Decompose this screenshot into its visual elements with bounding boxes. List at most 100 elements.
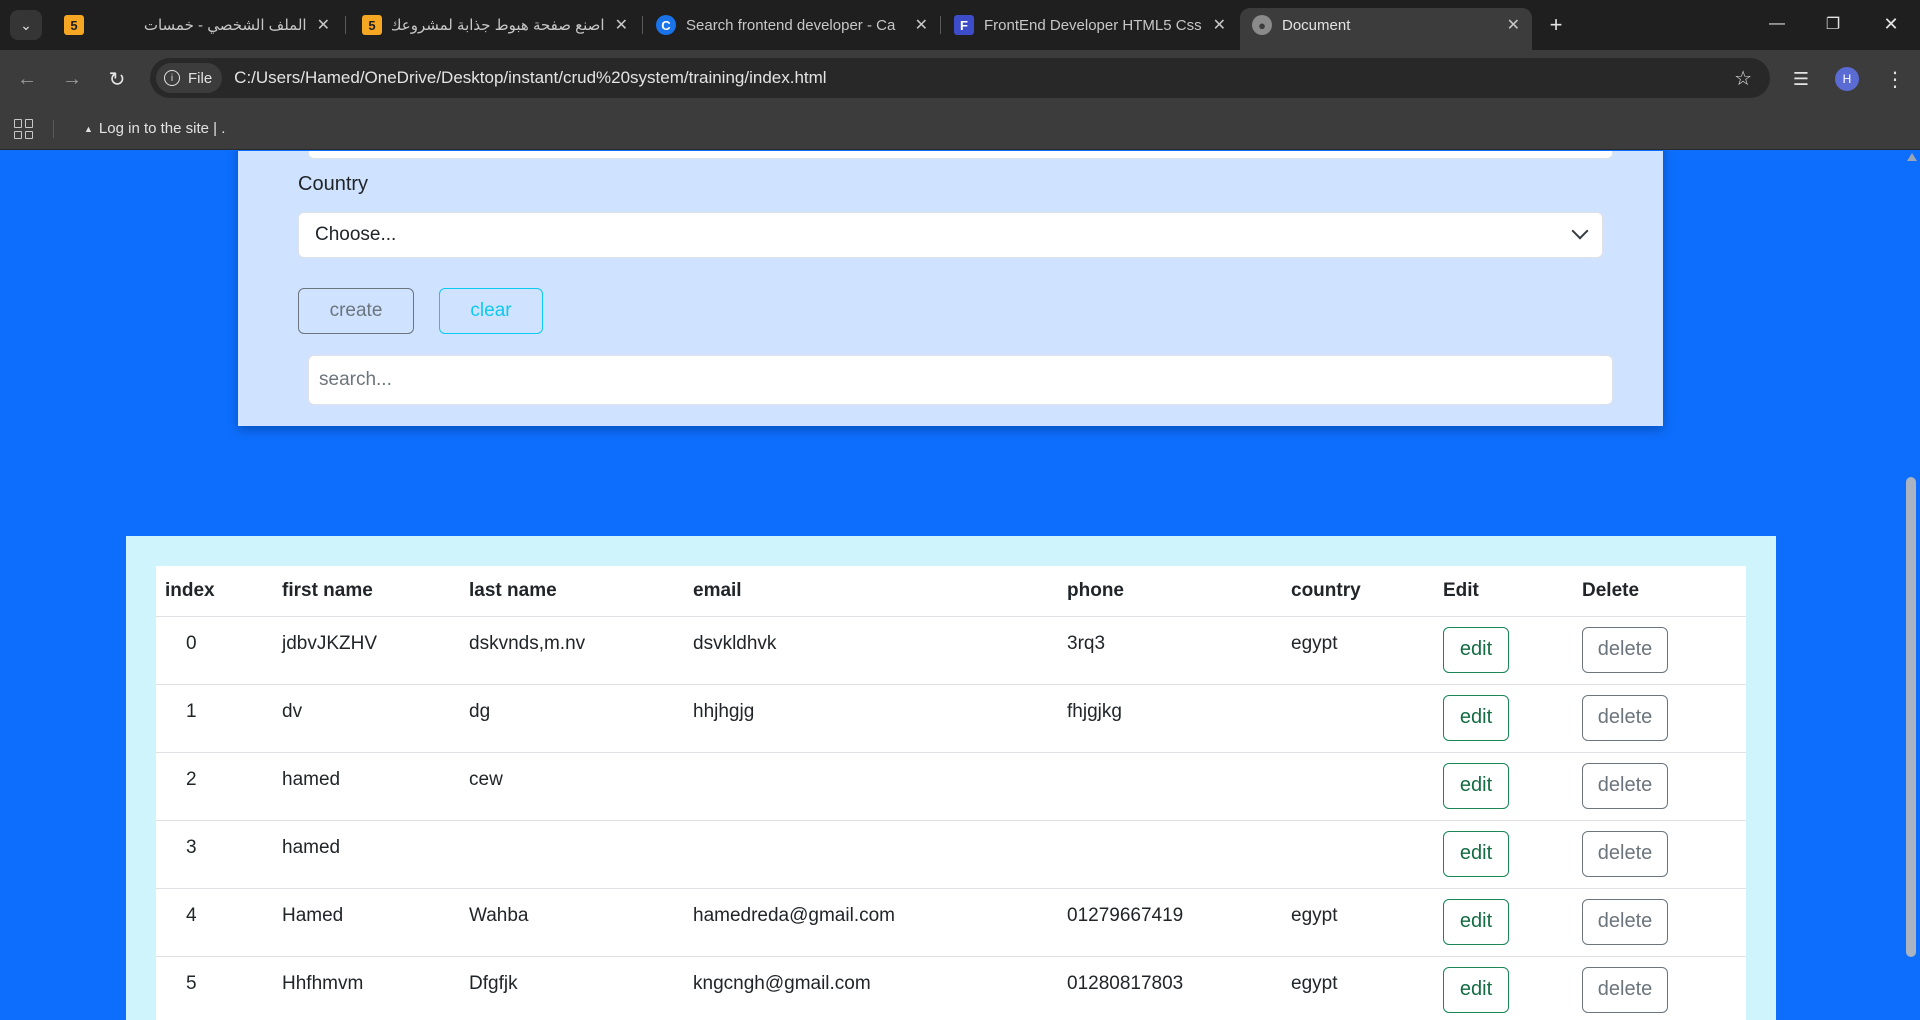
edit-button[interactable]: edit (1443, 830, 1509, 877)
cell-country: egypt (1282, 888, 1434, 957)
khamsat-favicon-icon: 5 (64, 15, 84, 35)
edit-button[interactable]: edit (1443, 966, 1509, 1013)
bookmark-label: Log in to the site | . (98, 120, 226, 137)
edit-button[interactable]: edit (1443, 898, 1509, 945)
cell-first-name: hamed (273, 752, 460, 821)
header-phone: phone (1058, 566, 1282, 617)
tab-title: Search frontend developer - Ca (686, 16, 896, 34)
delete-button[interactable]: delete (1582, 966, 1668, 1013)
scroll-thumb[interactable] (1906, 477, 1916, 957)
address-bar[interactable]: i File C:/Users/Hamed/OneDrive/Desktop/i… (150, 58, 1770, 98)
clear-button[interactable]: clear (439, 288, 543, 334)
cell-phone: 3rq3 (1058, 616, 1282, 685)
apps-grid-icon[interactable] (14, 119, 34, 139)
page-scrollbar[interactable] (1903, 151, 1920, 1020)
bookmarks-bar: ▲ Log in to the site | . (0, 108, 1920, 150)
cell-index: 5 (156, 956, 273, 1020)
close-tab-icon[interactable]: ✕ (615, 15, 628, 35)
cell-delete: delete (1573, 820, 1746, 889)
table-header-row: index first name last name email phone c… (156, 566, 1746, 617)
forward-arrow-icon[interactable]: → (57, 64, 87, 94)
tab-document[interactable]: ● Document ✕ (1240, 8, 1532, 50)
cell-edit: edit (1434, 888, 1573, 957)
media-controls-icon[interactable]: ☰ (1786, 64, 1816, 94)
cell-phone: 01279667419 (1058, 888, 1282, 957)
close-tab-icon[interactable]: ✕ (317, 15, 330, 35)
delete-button[interactable]: delete (1582, 898, 1668, 945)
cell-last-name (460, 820, 684, 889)
cell-phone (1058, 752, 1282, 821)
table-row: 1 dv dg hhjhgjg fhjgjkg edit delete (156, 684, 1746, 753)
url-text[interactable]: C:/Users/Hamed/OneDrive/Desktop/instant/… (234, 68, 826, 88)
edit-button[interactable]: edit (1443, 626, 1509, 673)
chevron-down-icon (1571, 222, 1589, 240)
form-input-partial[interactable] (308, 151, 1613, 159)
delete-button[interactable]: delete (1582, 762, 1668, 809)
cell-index: 0 (156, 616, 273, 685)
cell-phone: 01280817803 (1058, 956, 1282, 1020)
scroll-up-arrow-icon[interactable] (1907, 153, 1917, 161)
close-tab-icon[interactable]: ✕ (1213, 15, 1226, 35)
minimize-icon[interactable]: — (1752, 8, 1802, 40)
cell-index: 3 (156, 820, 273, 889)
tab-strip: ⌄ 5 الملف الشخصي - خمسات ✕ 5 اصنع صفحة ه… (0, 0, 1920, 50)
cell-edit: edit (1434, 616, 1573, 685)
new-tab-button[interactable]: + (1541, 10, 1571, 40)
cell-last-name: dg (460, 684, 684, 753)
tab-khamsat-profile[interactable]: 5 الملف الشخصي - خمسات ✕ (52, 8, 342, 42)
search-input[interactable]: search... (308, 355, 1613, 405)
cell-last-name: Dfgfjk (460, 956, 684, 1020)
bookmark-star-icon[interactable]: ☆ (1734, 66, 1752, 91)
tab-divider (642, 16, 643, 34)
header-edit: Edit (1434, 566, 1573, 617)
avatar[interactable]: H (1835, 67, 1859, 91)
header-last-name: last name (460, 566, 684, 617)
header-index: index (156, 566, 273, 617)
more-menu-icon[interactable]: ⋮ (1880, 64, 1910, 94)
delete-button[interactable]: delete (1582, 626, 1668, 673)
delete-button[interactable]: delete (1582, 830, 1668, 877)
tab-search-frontend[interactable]: C Search frontend developer - Ca ✕ (644, 8, 940, 42)
create-button[interactable]: create (298, 288, 414, 334)
cell-first-name: Hamed (273, 888, 460, 957)
cell-index: 1 (156, 684, 273, 753)
cell-phone (1058, 820, 1282, 889)
cell-index: 2 (156, 752, 273, 821)
bookmark-login[interactable]: ▲ Log in to the site | . (84, 120, 225, 137)
reload-icon[interactable]: ↻ (102, 64, 132, 94)
cell-country (1282, 684, 1434, 753)
table-row: 5 Hhfhmvm Dfgfjk kngcngh@gmail.com 01280… (156, 956, 1746, 1020)
restore-icon[interactable]: ❐ (1808, 8, 1858, 40)
tab-title: اصنع صفحة هبوط جذابة لمشروعك (392, 17, 605, 34)
site-info-chip[interactable]: i File (156, 63, 223, 93)
tab-divider (345, 16, 346, 34)
tab-search-button[interactable]: ⌄ (10, 10, 42, 40)
tab-landing-page[interactable]: 5 اصنع صفحة هبوط جذابة لمشروعك ✕ (350, 8, 640, 42)
delete-button[interactable]: delete (1582, 694, 1668, 741)
bookmark-triangle-icon: ▲ (84, 123, 93, 134)
tab-title: FrontEnd Developer HTML5 Css (984, 16, 1202, 34)
page-viewport: Country Choose... create clear search...… (0, 151, 1920, 1020)
close-window-icon[interactable]: ✕ (1866, 8, 1916, 40)
table-row: 0 jdbvJKZHV dskvnds,m.nv dsvkldhvk 3rq3 … (156, 616, 1746, 685)
cell-edit: edit (1434, 684, 1573, 753)
cell-first-name: dv (273, 684, 460, 753)
globe-icon: ● (1252, 15, 1272, 35)
close-tab-icon[interactable]: ✕ (915, 15, 928, 35)
crud-form-card: Country Choose... create clear search... (238, 151, 1663, 426)
tab-frontend-developer[interactable]: F FrontEnd Developer HTML5 Css ✕ (942, 8, 1238, 42)
cell-country: egypt (1282, 616, 1434, 685)
close-tab-icon[interactable]: ✕ (1507, 15, 1520, 35)
cell-first-name: hamed (273, 820, 460, 889)
edit-button[interactable]: edit (1443, 694, 1509, 741)
edit-button[interactable]: edit (1443, 762, 1509, 809)
cell-last-name: Wahba (460, 888, 684, 957)
khamsat-favicon-icon: 5 (362, 15, 382, 35)
back-arrow-icon[interactable]: ← (12, 64, 42, 94)
cell-last-name: dskvnds,m.nv (460, 616, 684, 685)
cell-first-name: jdbvJKZHV (273, 616, 460, 685)
country-select[interactable]: Choose... (298, 212, 1603, 258)
cell-email: hhjhgjg (684, 684, 1058, 753)
cell-last-name: cew (460, 752, 684, 821)
cell-delete: delete (1573, 888, 1746, 957)
